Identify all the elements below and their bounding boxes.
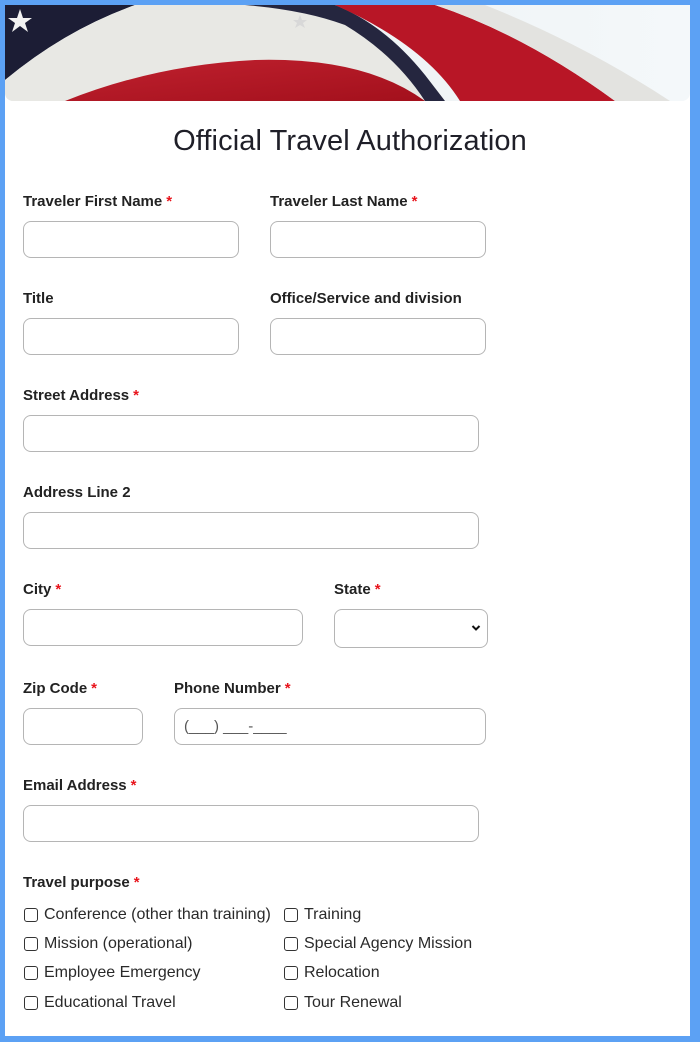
- title-label: Title: [23, 290, 54, 307]
- checkbox-label: Special Agency Mission: [304, 935, 473, 952]
- checkbox-employee-emergency[interactable]: Employee Emergency: [24, 964, 201, 982]
- street-address-input[interactable]: [23, 415, 479, 452]
- checkbox-tour-renewal[interactable]: Tour Renewal: [284, 994, 402, 1012]
- city-input[interactable]: [23, 609, 303, 646]
- email-address-label: Email Address *: [23, 777, 137, 794]
- state-label: State *: [334, 581, 381, 598]
- checkbox-box[interactable]: [284, 908, 298, 922]
- required-marker: *: [166, 193, 173, 210]
- last-name-label-text: Traveler Last Name: [270, 193, 408, 210]
- american-flag-icon: [5, 5, 690, 101]
- zip-code-label-text: Zip Code: [23, 680, 88, 697]
- form-page: Official Travel Authorization Traveler F…: [5, 5, 690, 1036]
- checkbox-label: Relocation: [304, 964, 380, 981]
- checkbox-conference[interactable]: Conference (other than training): [24, 906, 271, 924]
- city-label-text: City: [23, 581, 52, 598]
- checkbox-box[interactable]: [284, 996, 298, 1010]
- travel-purpose-label-text: Travel purpose: [23, 874, 130, 891]
- checkbox-box[interactable]: [24, 966, 38, 980]
- checkbox-training[interactable]: Training: [284, 906, 361, 924]
- phone-number-input[interactable]: [174, 708, 486, 745]
- checkbox-label: Conference (other than training): [44, 906, 271, 923]
- flag-banner-image: [5, 5, 690, 101]
- street-address-label: Street Address *: [23, 387, 139, 404]
- zip-code-input[interactable]: [23, 708, 143, 745]
- email-address-input[interactable]: [23, 805, 479, 842]
- phone-number-label: Phone Number *: [174, 680, 291, 697]
- required-marker: *: [133, 874, 140, 891]
- required-marker: *: [284, 680, 291, 697]
- checkbox-box[interactable]: [24, 937, 38, 951]
- last-name-input[interactable]: [270, 221, 486, 258]
- first-name-label-text: Traveler First Name: [23, 193, 163, 210]
- street-address-label-text: Street Address: [23, 387, 130, 404]
- travel-purpose-label: Travel purpose *: [23, 874, 140, 891]
- checkbox-special-agency-mission[interactable]: Special Agency Mission: [284, 935, 472, 953]
- checkbox-label: Educational Travel: [44, 994, 176, 1011]
- last-name-label: Traveler Last Name *: [270, 193, 417, 210]
- title-label-text: Title: [23, 290, 54, 307]
- state-select[interactable]: [334, 609, 488, 648]
- first-name-label: Traveler First Name *: [23, 193, 172, 210]
- phone-number-label-text: Phone Number: [174, 680, 281, 697]
- title-input[interactable]: [23, 318, 239, 355]
- state-label-text: State: [334, 581, 371, 598]
- address-line-2-label-text: Address Line 2: [23, 484, 131, 501]
- checkbox-box[interactable]: [284, 966, 298, 980]
- required-marker: *: [55, 581, 62, 598]
- checkbox-box[interactable]: [24, 996, 38, 1010]
- checkbox-box[interactable]: [24, 908, 38, 922]
- checkbox-label: Tour Renewal: [304, 994, 402, 1011]
- required-marker: *: [411, 193, 418, 210]
- checkbox-label: Mission (operational): [44, 935, 193, 952]
- checkbox-mission-operational[interactable]: Mission (operational): [24, 935, 193, 953]
- zip-code-label: Zip Code *: [23, 680, 97, 697]
- email-address-label-text: Email Address: [23, 777, 127, 794]
- required-marker: *: [91, 680, 98, 697]
- checkbox-box[interactable]: [284, 937, 298, 951]
- required-marker: *: [133, 387, 139, 404]
- address-line-2-label: Address Line 2: [23, 484, 131, 501]
- office-label-text: Office/Service and division: [270, 290, 462, 307]
- required-marker: *: [130, 777, 137, 794]
- city-label: City *: [23, 581, 61, 598]
- chevron-down-icon: [471, 625, 481, 631]
- address-line-2-input[interactable]: [23, 512, 479, 549]
- checkbox-label: Training: [304, 906, 362, 923]
- office-input[interactable]: [270, 318, 486, 355]
- form-title: Official Travel Authorization: [173, 125, 527, 157]
- first-name-input[interactable]: [23, 221, 239, 258]
- checkbox-relocation[interactable]: Relocation: [284, 964, 380, 982]
- office-label: Office/Service and division: [270, 290, 462, 307]
- checkbox-educational-travel[interactable]: Educational Travel: [24, 994, 176, 1012]
- required-marker: *: [374, 581, 381, 598]
- checkbox-label: Employee Emergency: [44, 964, 201, 981]
